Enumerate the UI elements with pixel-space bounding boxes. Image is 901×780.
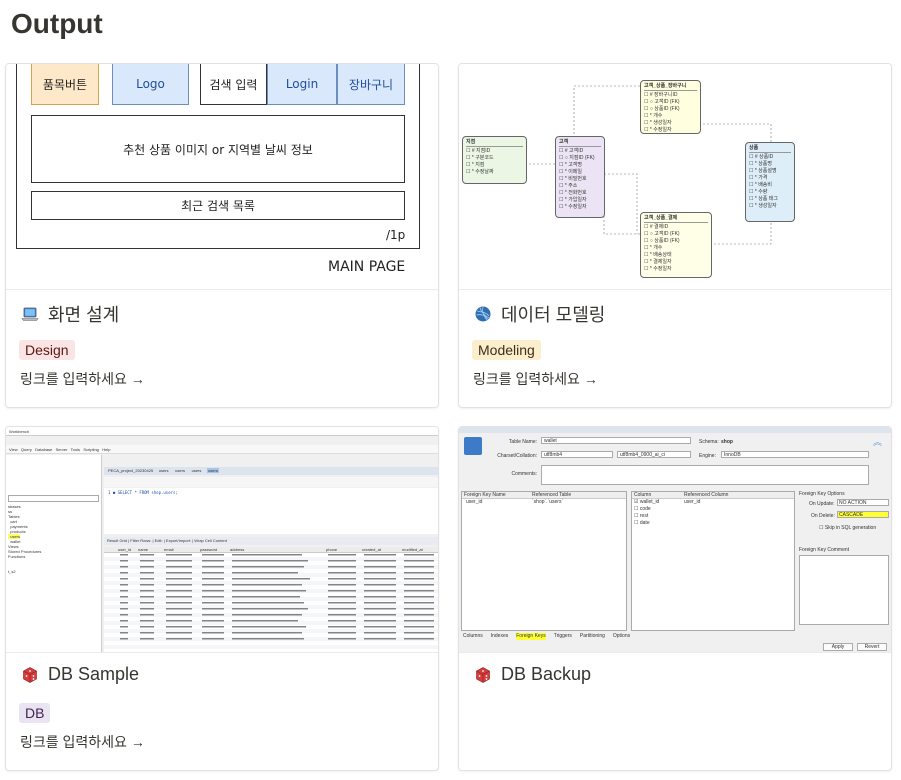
collation-select[interactable]: utf8mb4_0900_ai_ci bbox=[617, 451, 691, 458]
gallery-card-modeling[interactable]: 고객_상품_장바구니 ☐ # 장바구니ID ☐ ○ 고객ID (FK) ☐ ○ 상품… bbox=[458, 63, 892, 408]
wireframe-category-button: 품목버튼 bbox=[31, 64, 99, 105]
fk-list[interactable]: Foreign Key Name Referenced Table user_id… bbox=[461, 491, 627, 631]
engine-select[interactable]: InnoDB bbox=[721, 451, 869, 458]
editor-bottom-tabs[interactable]: Columns Indexes Foreign Keys Triggers Partit… bbox=[461, 633, 891, 640]
wireframe-caption: MAIN PAGE bbox=[328, 259, 406, 275]
card-cover-er-diagram: 고객_상품_장바구니 ☐ # 장바구니ID ☐ ○ 고객ID (FK) ☐ ○ 상품… bbox=[459, 64, 891, 290]
page-title: Output bbox=[11, 8, 103, 39]
card-cover-wireframe: 품목버튼 Logo 검색 입력 Login 장바구니 추천 상품 이미지 or … bbox=[6, 64, 438, 290]
skip-sql-checkbox[interactable]: ☐ Skip in SQL generation bbox=[819, 525, 876, 531]
wireframe-logo: Logo bbox=[112, 64, 189, 105]
fk-options: Foreign Key Options On Update: NO ACTION… bbox=[799, 491, 891, 631]
card-title: DB Sample bbox=[48, 664, 140, 684]
er-entity-customer: 고객 ☐ # 고객ID ☐ ○ 지점ID (FK) ☐ * 고객명 ☐ * 이메일 ☐ … bbox=[555, 136, 605, 218]
wb-query-tabs[interactable]: PECA_project_20230425 users users users … bbox=[104, 467, 438, 475]
laptop-icon bbox=[20, 304, 40, 324]
tag-badge: Design bbox=[19, 340, 75, 360]
on-delete-select[interactable]: CASCADE bbox=[837, 511, 889, 518]
card-link[interactable]: 링크를 입력하세요 → bbox=[473, 369, 598, 389]
apply-button[interactable]: Apply bbox=[823, 643, 853, 651]
gallery-card-db-backup[interactable]: Table Name: wallet Schema: shop ︽ Charse… bbox=[458, 426, 892, 771]
comments-textarea[interactable] bbox=[541, 465, 869, 485]
card-title: 화면 설계 bbox=[48, 305, 120, 325]
gallery-card-design[interactable]: 품목버튼 Logo 검색 입력 Login 장바구니 추천 상품 이미지 or … bbox=[5, 63, 439, 408]
card-cover-workbench: Workbench View Query Database Server Too… bbox=[6, 427, 438, 653]
table-name-input[interactable]: wallet bbox=[541, 437, 691, 444]
bk-tab-strip bbox=[459, 427, 891, 433]
schema-value: shop bbox=[721, 439, 733, 445]
dice-icon bbox=[20, 665, 40, 685]
fk-comment-textarea[interactable] bbox=[799, 555, 889, 625]
wb-menu-bar: View Query Database Server Tools Scripti… bbox=[6, 445, 438, 454]
wb-result-grid[interactable]: user_id name email password address phon… bbox=[104, 547, 438, 652]
wireframe-cart: 장바구니 bbox=[337, 64, 405, 105]
card-link[interactable]: 링크를 입력하세요 → bbox=[20, 732, 145, 752]
gallery-card-db-sample[interactable]: Workbench View Query Database Server Too… bbox=[5, 426, 439, 771]
er-entity-product: 상품 ☐ # 상품ID ☐ * 상품명 ☐ * 상품설명 ☐ * 가격 ☐ * 배송비 ☐… bbox=[745, 142, 795, 222]
wireframe-page-number: /1p bbox=[386, 228, 406, 242]
on-update-select[interactable]: NO ACTION bbox=[837, 499, 889, 506]
yarn-ball-icon bbox=[473, 304, 493, 324]
revert-button[interactable]: Revert bbox=[857, 643, 887, 651]
card-title: DB Backup bbox=[501, 664, 592, 684]
charset-select[interactable]: utf8mb4 bbox=[541, 451, 613, 458]
er-entity-payment: 고객_상품_결제 ☐ # 결제ID ☐ ○ 고객ID (FK) ☐ ○ 상품ID (… bbox=[640, 212, 712, 278]
card-link[interactable]: 링크를 입력하세요 → bbox=[20, 369, 145, 389]
wb-sql-toolbar bbox=[104, 477, 438, 487]
wb-navigator: sbases ss Tables cart payments products us… bbox=[6, 455, 102, 652]
wireframe-search-input: 검색 입력 bbox=[200, 64, 267, 105]
fk-columns[interactable]: Column Referenced Column ☑ wallet_id user_… bbox=[631, 491, 795, 631]
wb-result-rows bbox=[104, 553, 438, 652]
tag-badge: DB bbox=[19, 703, 51, 723]
dice-icon bbox=[473, 665, 493, 685]
wb-result-toolbar: Result Grid | Filter Rows: | Edit: | Exp… bbox=[104, 537, 438, 545]
collapse-chevron-icon[interactable]: ︽ bbox=[873, 435, 883, 447]
card-cover-fk-editor: Table Name: wallet Schema: shop ︽ Charse… bbox=[459, 427, 891, 653]
wb-title-bar: Workbench bbox=[6, 427, 438, 436]
er-entity-cart: 고객_상품_장바구니 ☐ # 장바구니ID ☐ ○ 고객ID (FK) ☐ ○ 상품… bbox=[640, 80, 701, 134]
wb-sql-editor[interactable]: 1 ● SELECT * FROM shop.users; bbox=[104, 488, 438, 534]
card-title: 데이터 모델링 bbox=[501, 305, 606, 325]
wireframe-login: Login bbox=[267, 64, 337, 105]
wireframe-banner: 추천 상품 이미지 or 지역별 날씨 정보 bbox=[31, 115, 405, 183]
tag-badge: Modeling bbox=[472, 340, 541, 360]
er-entity-region: 지점 ☐ # 지점ID ☐ * 구분코드 ☐ * 지점 ☐ * 수정날짜 bbox=[462, 136, 527, 184]
wireframe-recent-list: 최근 검색 목록 bbox=[31, 191, 405, 220]
